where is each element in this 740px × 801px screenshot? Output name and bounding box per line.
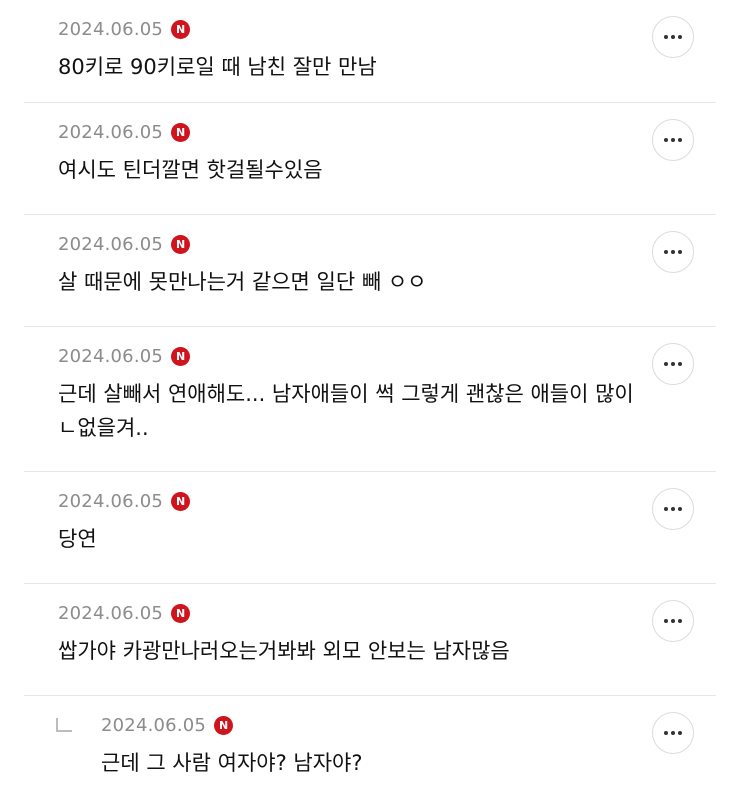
new-badge-icon: N bbox=[214, 715, 234, 735]
comment-meta: 2024.06.05 N bbox=[58, 602, 191, 624]
comment-text: 쌉가야 카광만나러오는거봐봐 외모 안보는 남자많음 bbox=[58, 639, 510, 663]
more-options-button[interactable] bbox=[652, 119, 694, 161]
new-badge-icon: N bbox=[171, 234, 191, 254]
comment-text: 80키로 90키로일 때 남친 잘만 만남 bbox=[58, 55, 377, 79]
comment-meta: 2024.06.05 N bbox=[58, 345, 191, 367]
comment-text: 근데 살빼서 연애해도... 남자애들이 썩 그렇게 괜찮은 애들이 많이 ㄴ없… bbox=[58, 382, 634, 440]
more-options-button[interactable] bbox=[652, 488, 694, 530]
comment-meta: 2024.06.05 N bbox=[58, 121, 191, 143]
new-badge-icon: N bbox=[171, 491, 191, 511]
more-dots-icon bbox=[664, 250, 682, 254]
comment-date: 2024.06.05 bbox=[58, 602, 164, 624]
comment-date: 2024.06.05 bbox=[58, 121, 164, 143]
reply-item: 2024.06.05 N 근데 그 사람 여자야? 남자야? bbox=[24, 696, 716, 801]
comment-item: 2024.06.05 N 살 때문에 못만나는거 같으면 일단 빼 ㅇㅇ bbox=[24, 215, 716, 327]
more-options-button[interactable] bbox=[652, 16, 694, 58]
more-options-button[interactable] bbox=[652, 343, 694, 385]
more-options-button[interactable] bbox=[652, 600, 694, 642]
more-dots-icon bbox=[664, 138, 682, 142]
comment-meta: 2024.06.05 N bbox=[58, 490, 191, 512]
comment-item: 2024.06.05 N 근데 살빼서 연애해도... 남자애들이 썩 그렇게 … bbox=[24, 327, 716, 472]
more-dots-icon bbox=[664, 731, 682, 735]
comment-text: 살 때문에 못만나는거 같으면 일단 빼 ㅇㅇ bbox=[58, 270, 427, 294]
more-dots-icon bbox=[664, 507, 682, 511]
comment-item: 2024.06.05 N 당연 bbox=[24, 472, 716, 584]
comment-date: 2024.06.05 bbox=[58, 233, 164, 255]
more-options-button[interactable] bbox=[652, 231, 694, 273]
comment-meta: 2024.06.05 N bbox=[58, 233, 191, 255]
more-options-button[interactable] bbox=[652, 712, 694, 754]
more-dots-icon bbox=[664, 362, 682, 366]
new-badge-icon: N bbox=[171, 346, 191, 366]
reply-date: 2024.06.05 bbox=[101, 714, 207, 736]
comment-item: 2024.06.05 N 여시도 틴더깔면 핫걸될수있음 bbox=[24, 103, 716, 215]
new-badge-icon: N bbox=[171, 122, 191, 142]
comment-date: 2024.06.05 bbox=[58, 490, 164, 512]
comment-list: 2024.06.05 N 80키로 90키로일 때 남친 잘만 만남 2024.… bbox=[0, 0, 740, 801]
reply-arrow-icon bbox=[56, 718, 72, 732]
new-badge-icon: N bbox=[171, 19, 191, 39]
comment-date: 2024.06.05 bbox=[58, 345, 164, 367]
new-badge-icon: N bbox=[171, 603, 191, 623]
comment-date: 2024.06.05 bbox=[58, 18, 164, 40]
more-dots-icon bbox=[664, 35, 682, 39]
reply-text: 근데 그 사람 여자야? 남자야? bbox=[101, 751, 363, 775]
reply-meta: 2024.06.05 N bbox=[101, 714, 234, 736]
comment-item: 2024.06.05 N 쌉가야 카광만나러오는거봐봐 외모 안보는 남자많음 bbox=[24, 584, 716, 696]
comment-text: 여시도 틴더깔면 핫걸될수있음 bbox=[58, 158, 323, 182]
comment-item: 2024.06.05 N 80키로 90키로일 때 남친 잘만 만남 bbox=[24, 0, 716, 103]
more-dots-icon bbox=[664, 619, 682, 623]
comment-text: 당연 bbox=[58, 527, 97, 551]
comment-meta: 2024.06.05 N bbox=[58, 18, 191, 40]
